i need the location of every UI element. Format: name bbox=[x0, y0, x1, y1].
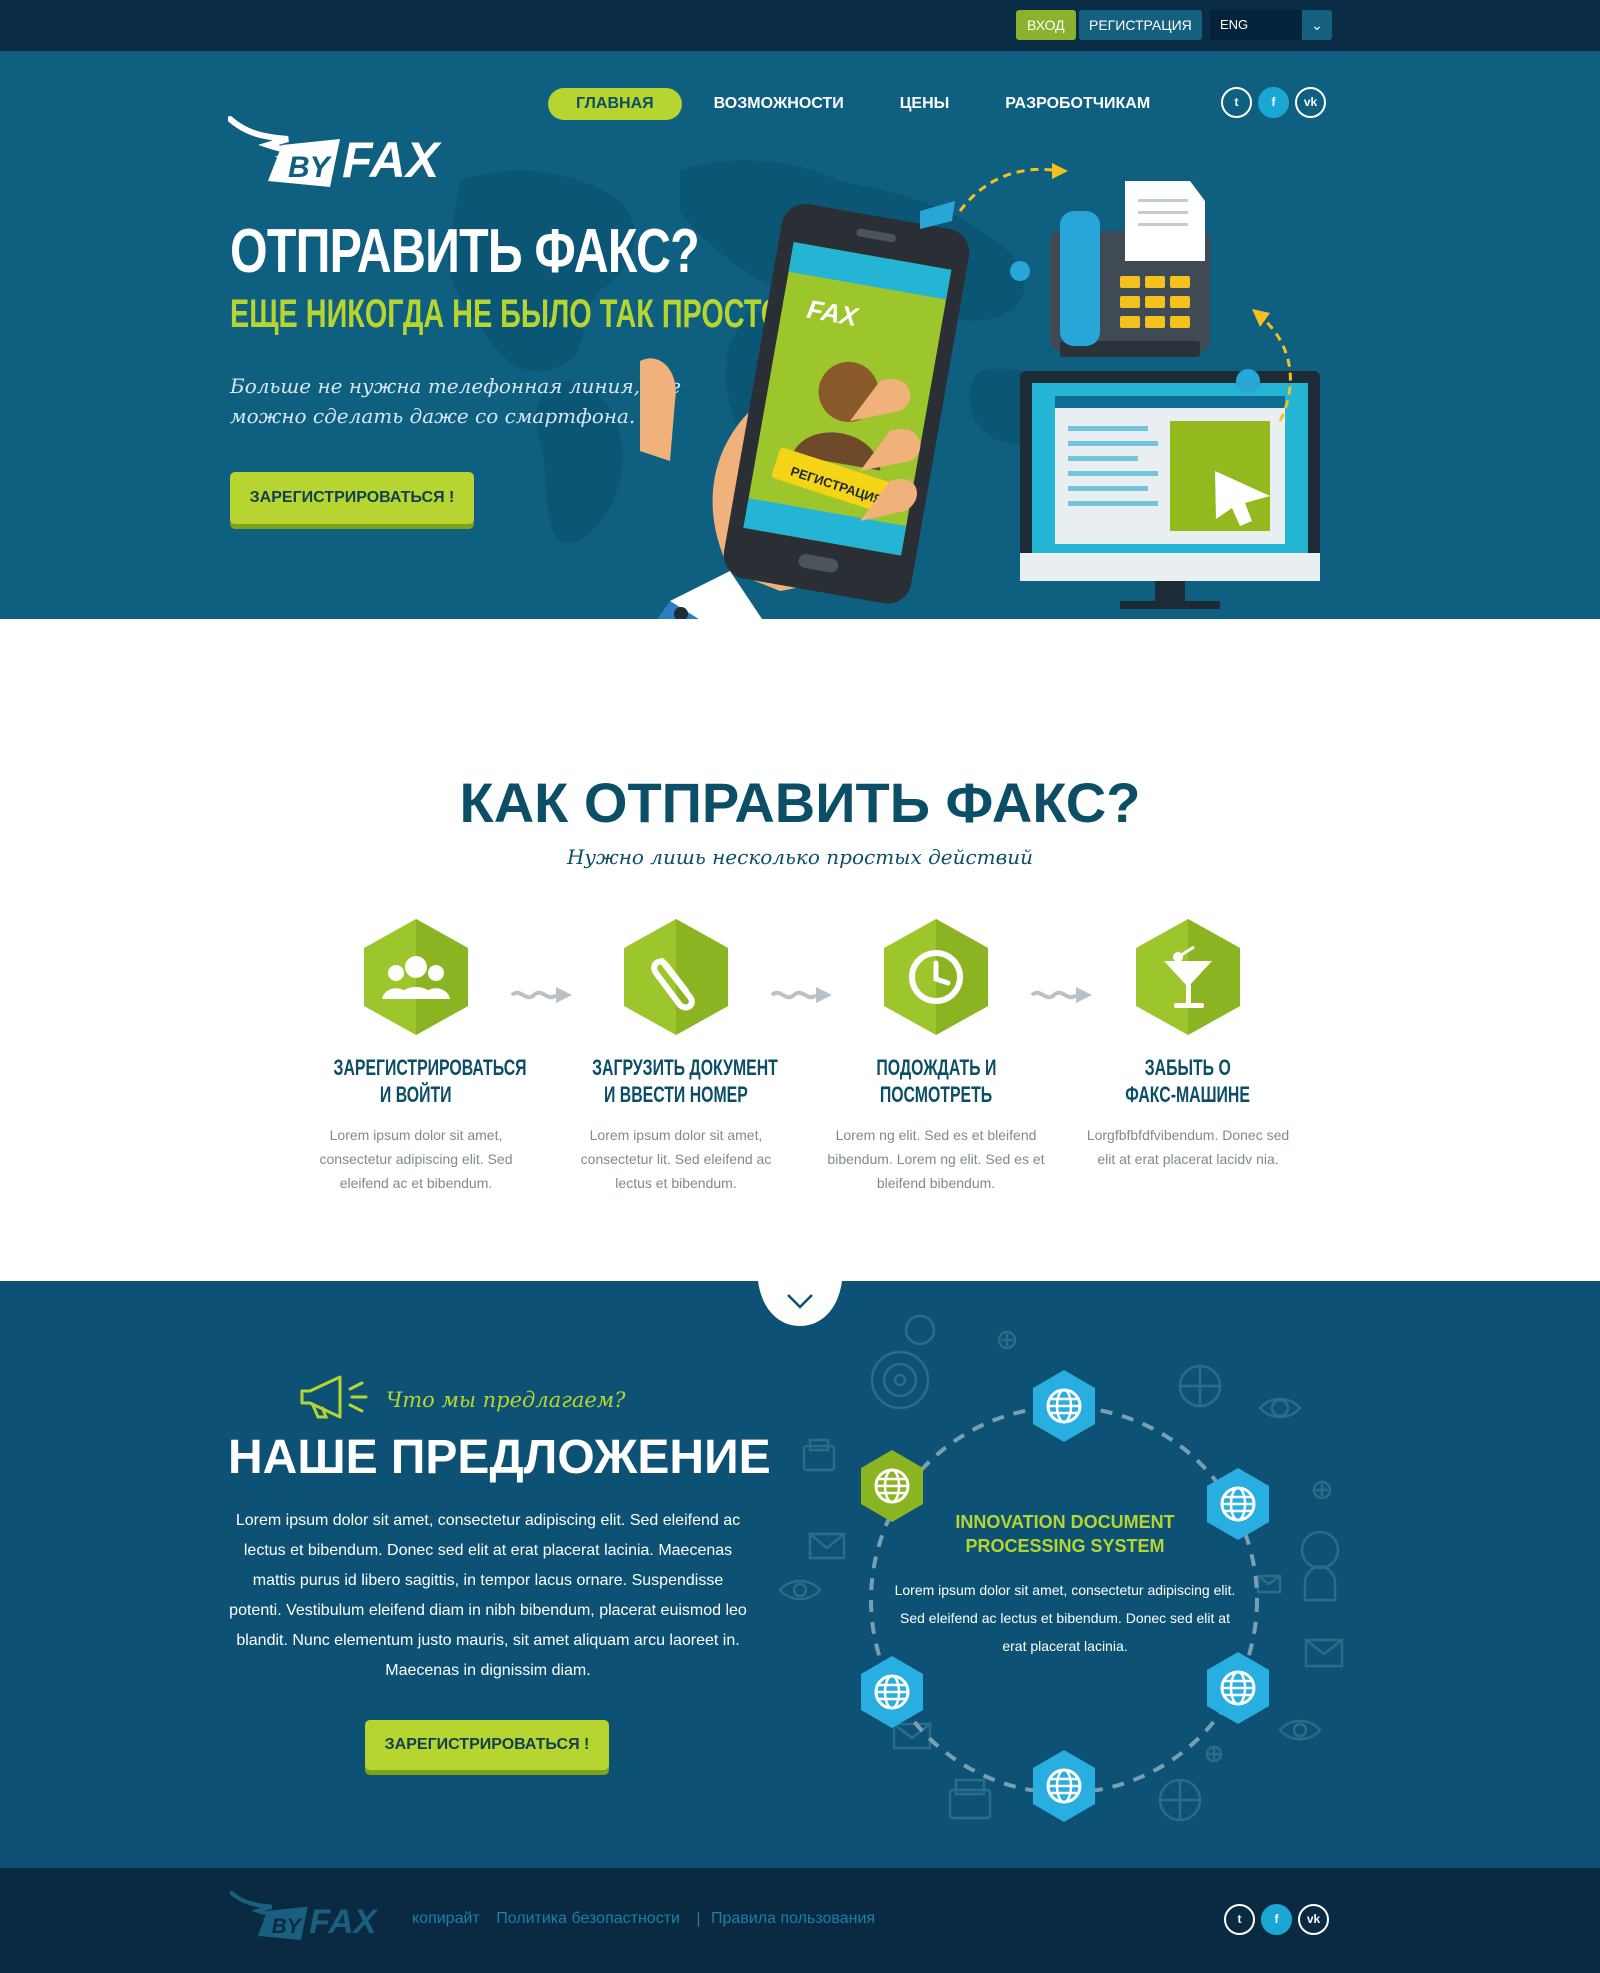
facebook-icon[interactable]: f bbox=[1261, 1904, 1292, 1935]
step-arrow-icon bbox=[770, 987, 832, 1003]
hero-curve-overlay bbox=[0, 620, 1600, 740]
step-title: ЗАБЫТЬ О ФАКС-МАШИНЕ bbox=[1125, 1055, 1251, 1107]
step-description: Lorgfbfbfdfvibendum. Donec sed elit at e… bbox=[1086, 1127, 1290, 1167]
step-title: ЗАГРУЗИТЬ ДОКУМЕНТ И ВВЕСТИ НОМЕР bbox=[592, 1055, 778, 1107]
vk-icon[interactable]: vk bbox=[1295, 87, 1326, 118]
logo-by-text: BY bbox=[288, 151, 333, 184]
nav-item-prices[interactable]: ЦЕНЫ bbox=[872, 88, 978, 120]
twitter-icon[interactable]: t bbox=[1221, 87, 1252, 118]
how-section-title: КАК ОТПРАВИТЬ ФАКС? bbox=[459, 771, 1141, 834]
main-nav: ГЛАВНАЯ ВОЗМОЖНОСТИ ЦЕНЫ РАЗРОБОТЧИКАМ bbox=[548, 88, 1178, 120]
offer-description: Lorem ipsum dolor sit amet, consectetur … bbox=[229, 1512, 747, 1679]
step-description: Lorem ipsum dolor sit amet, consectetur … bbox=[580, 1127, 772, 1191]
globe-icon bbox=[1033, 1370, 1095, 1442]
footer-logo[interactable]: BY FAX bbox=[230, 1890, 380, 1940]
offer-register-button[interactable]: ЗАРЕГИСТРИРОВАТЬСЯ ! bbox=[365, 1720, 609, 1770]
globe-icon bbox=[861, 1656, 923, 1728]
footer-link-privacy[interactable]: Политика безопастности bbox=[496, 1910, 680, 1927]
register-button[interactable]: РЕГИСТРАЦИЯ bbox=[1079, 10, 1202, 40]
step-title: ЗАРЕГИСТРИРОВАТЬСЯ И ВОЙТИ bbox=[333, 1055, 527, 1107]
megaphone-icon bbox=[300, 1375, 368, 1419]
footer-logo-fax: FAX bbox=[309, 1903, 378, 1940]
login-button[interactable]: ВХОД bbox=[1016, 10, 1076, 40]
clock-icon bbox=[884, 919, 988, 1035]
vk-icon[interactable]: vk bbox=[1298, 1904, 1329, 1935]
circle-description: Lorem ipsum dolor sit amet, consectetur … bbox=[894, 1582, 1236, 1654]
users-icon bbox=[364, 919, 468, 1035]
chevron-down-icon[interactable]: ⌄ bbox=[1302, 10, 1332, 40]
step-arrow-icon bbox=[1030, 987, 1092, 1003]
how-section-subtitle: Нужно лишь несколько простых действий bbox=[566, 845, 1034, 869]
footer-links: копирайт Политика безопастности | Правил… bbox=[412, 1910, 887, 1928]
language-value: ENG bbox=[1220, 17, 1249, 32]
offer-kicker: Что мы предлагаем? bbox=[386, 1388, 626, 1412]
top-bar: ВХОД РЕГИСТРАЦИЯ ENG ⌄ bbox=[0, 0, 1600, 51]
circle-title: INNOVATION DOCUMENT PROCESSING SYSTEM bbox=[955, 1512, 1175, 1556]
step-title: ПОДОЖДАТЬ И ПОСМОТРЕТЬ bbox=[876, 1055, 996, 1107]
facebook-icon[interactable]: f bbox=[1258, 87, 1289, 118]
twitter-icon[interactable]: t bbox=[1224, 1904, 1255, 1935]
step-description: Lorem ipsum dolor sit amet, consectetur … bbox=[319, 1127, 513, 1191]
logo-fax-text: FAX bbox=[342, 132, 442, 187]
step-description: Lorem ng elit. Sed es et bleifend bibend… bbox=[827, 1127, 1045, 1191]
footer-separator: | bbox=[696, 1910, 701, 1927]
paperclip-icon bbox=[624, 919, 728, 1035]
globe-icon bbox=[1033, 1750, 1095, 1822]
hero-register-button[interactable]: ЗАРЕГИСТРИРОВАТЬСЯ ! bbox=[230, 472, 474, 524]
cocktail-icon bbox=[1136, 919, 1240, 1035]
byfax-logo[interactable]: BY FAX bbox=[228, 115, 444, 187]
offer-title: НАШЕ ПРЕДЛОЖЕНИЕ bbox=[228, 1431, 771, 1484]
nav-item-developers[interactable]: РАЗРОБОТЧИКАМ bbox=[977, 88, 1178, 120]
globe-icon bbox=[1207, 1652, 1269, 1724]
hero-illustration: FAX РЕГИСТРАЦИЯ bbox=[607, 163, 1320, 691]
footer-link-terms[interactable]: Правила пользования bbox=[711, 1910, 875, 1927]
nav-item-home[interactable]: ГЛАВНАЯ bbox=[548, 88, 682, 120]
footer-link-copyright[interactable]: копирайт bbox=[412, 1910, 480, 1927]
header-social-links: t f vk bbox=[1221, 87, 1326, 118]
footer-social-links: t f vk bbox=[1224, 1904, 1329, 1935]
language-select[interactable]: ENG ⌄ bbox=[1210, 10, 1332, 40]
nav-item-features[interactable]: ВОЗМОЖНОСТИ bbox=[686, 88, 872, 120]
step-arrow-icon bbox=[510, 987, 572, 1003]
hero-section: BY FAX ГЛАВНАЯ ВОЗМОЖНОСТИ ЦЕНЫ РАЗРОБОТ… bbox=[0, 51, 1600, 707]
footer-logo-by: BY bbox=[272, 1915, 303, 1938]
